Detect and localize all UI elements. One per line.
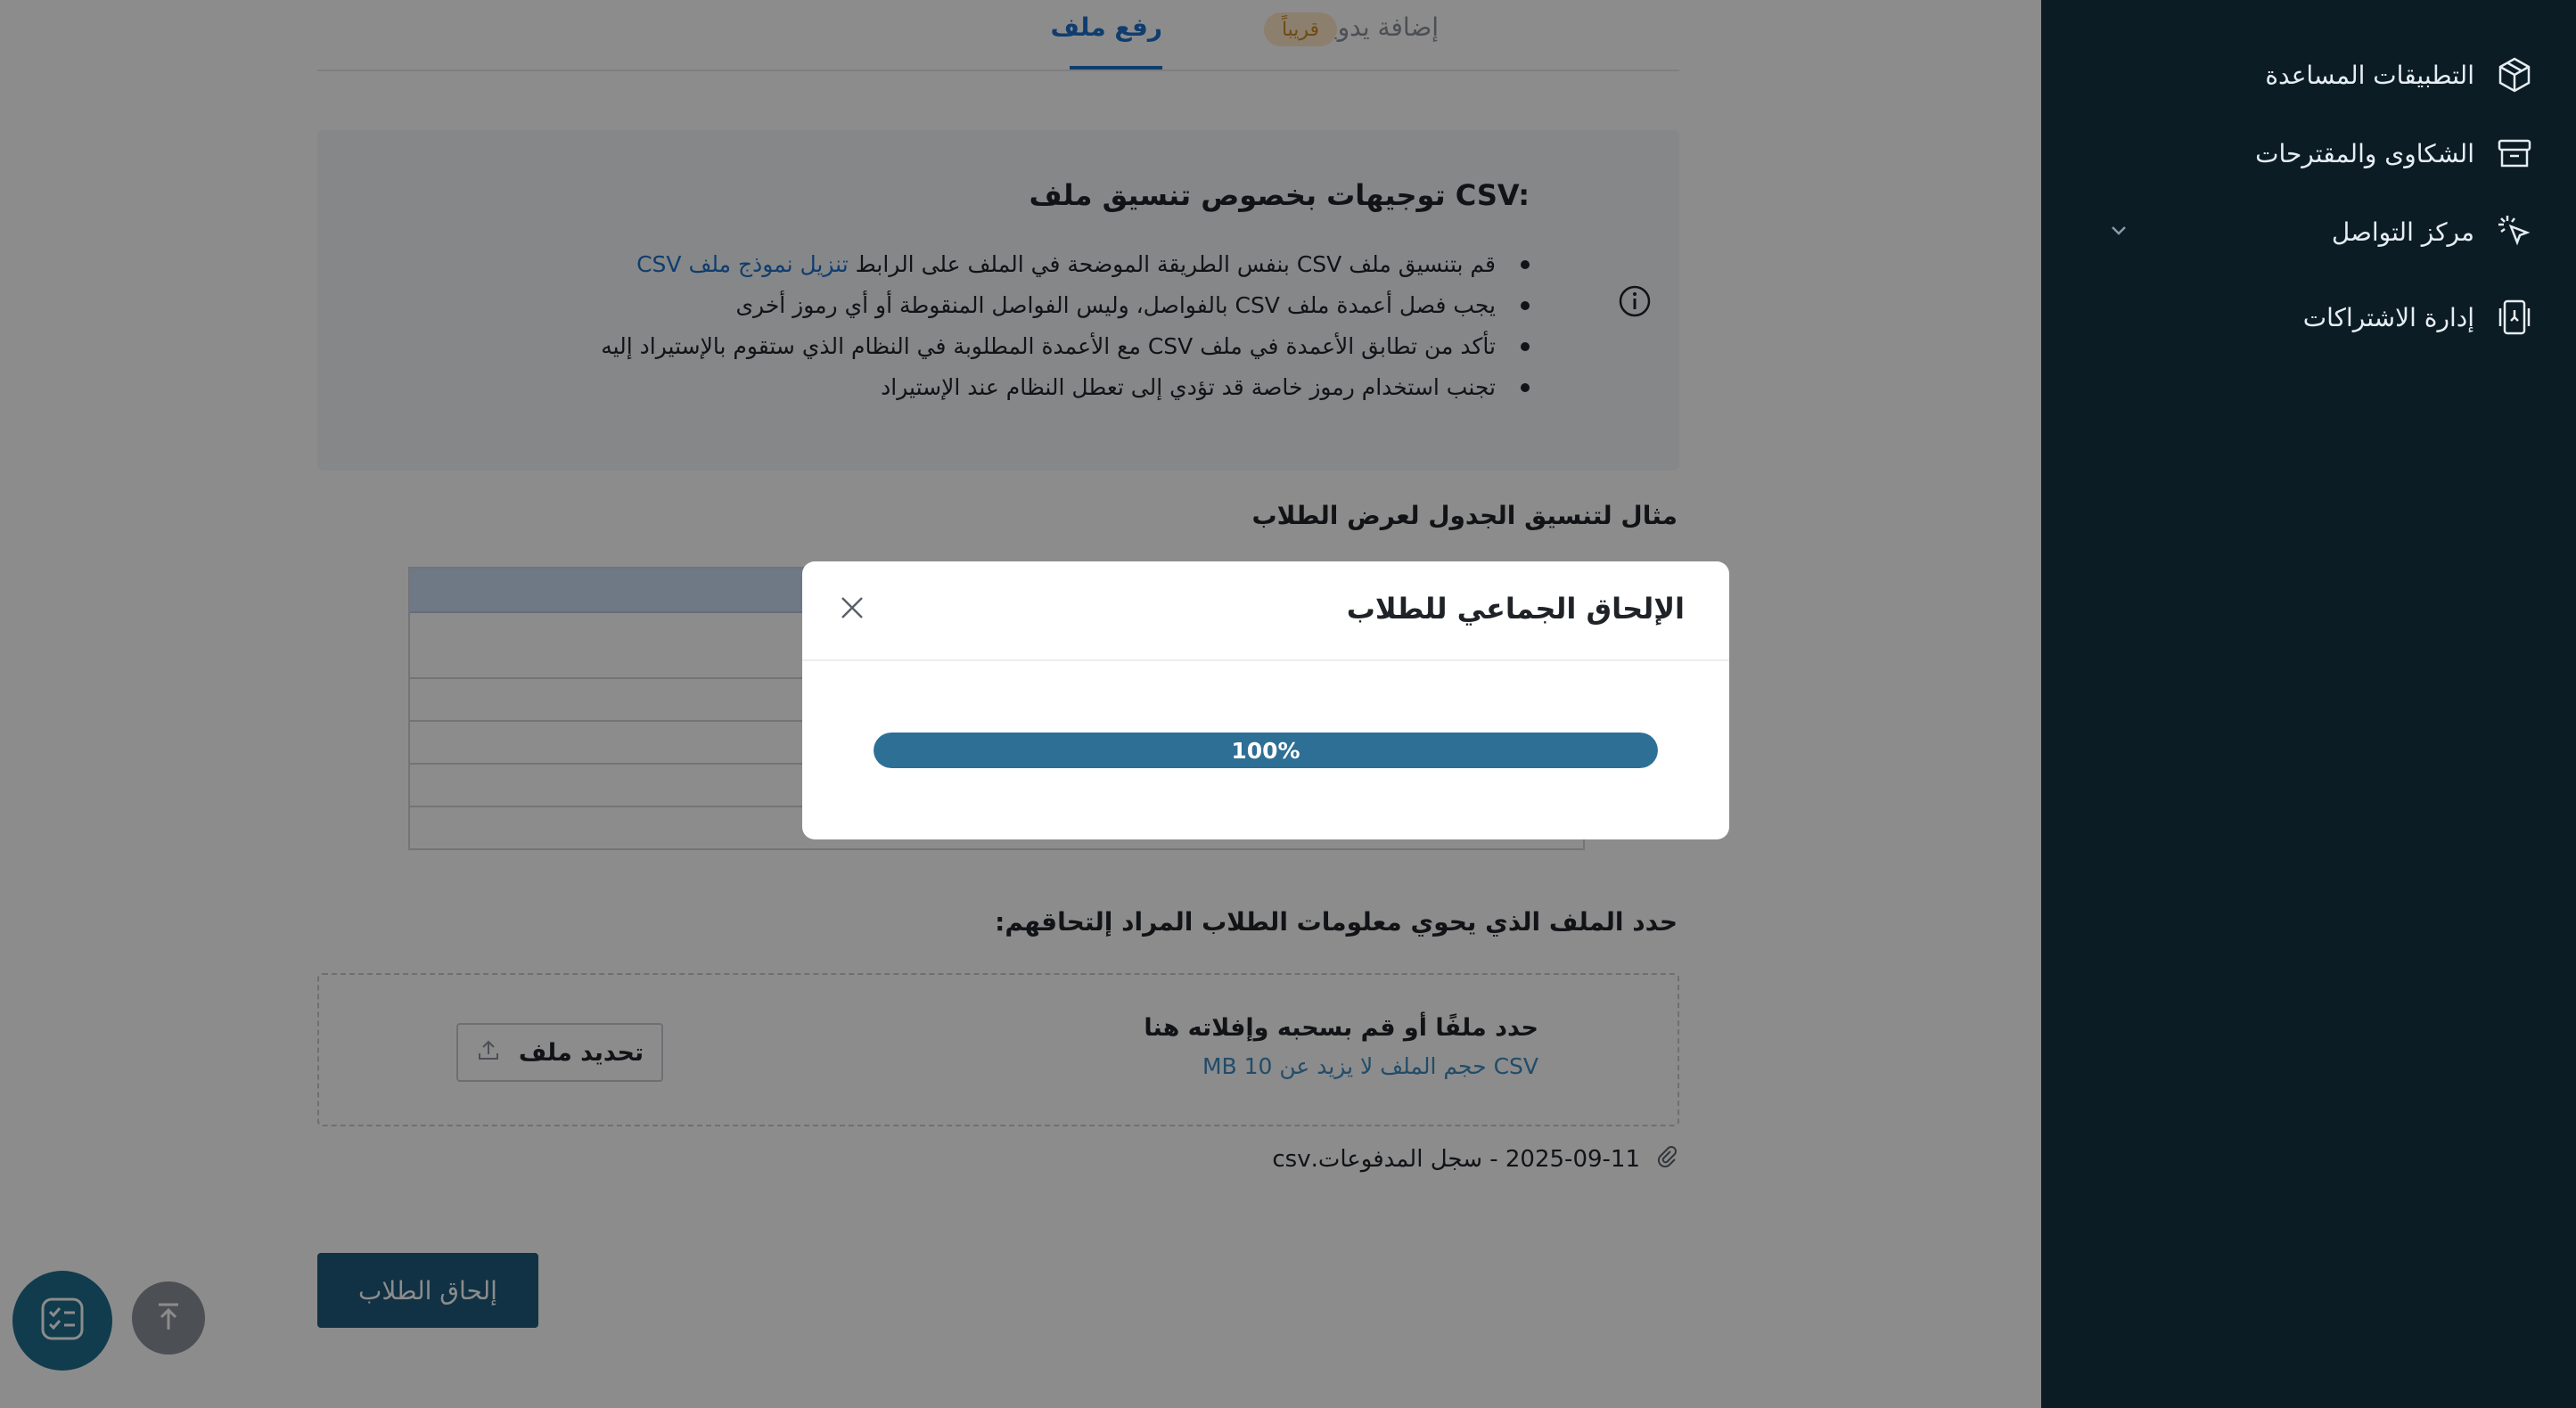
close-icon: [841, 597, 863, 618]
modal-title: الإلحاق الجماعي للطلاب: [1346, 592, 1685, 626]
sidebar: التطبيقات المساعدة الشكاوى والمقترحات مر…: [2041, 0, 2576, 1408]
sidebar-item-label: الشكاوى والمقترحات: [2255, 138, 2474, 168]
progress-bar: 100%: [874, 733, 1658, 768]
bulk-enroll-modal: الإلحاق الجماعي للطلاب 100%: [802, 561, 1729, 839]
sidebar-item-communication-center[interactable]: مركز التواصل: [2332, 205, 2535, 258]
pointer-click-icon: [2494, 211, 2535, 252]
subscription-icon: [2494, 297, 2535, 338]
sidebar-item-subscriptions[interactable]: إدارة الاشتراكات: [2303, 291, 2535, 344]
sidebar-item-complaints[interactable]: الشكاوى والمقترحات: [2255, 127, 2535, 180]
chevron-down-icon[interactable]: [2105, 217, 2132, 244]
sidebar-item-label: التطبيقات المساعدة: [2265, 60, 2474, 90]
sidebar-item-label: مركز التواصل: [2331, 217, 2474, 247]
sidebar-item-helper-apps[interactable]: التطبيقات المساعدة: [2265, 48, 2535, 102]
sidebar-item-label: إدارة الاشتراكات: [2302, 302, 2474, 332]
modal-header: الإلحاق الجماعي للطلاب: [802, 561, 1729, 661]
package-icon: [2494, 54, 2535, 95]
close-button[interactable]: [833, 588, 872, 627]
progress-label: 100%: [1231, 737, 1300, 764]
archive-icon: [2494, 133, 2535, 174]
